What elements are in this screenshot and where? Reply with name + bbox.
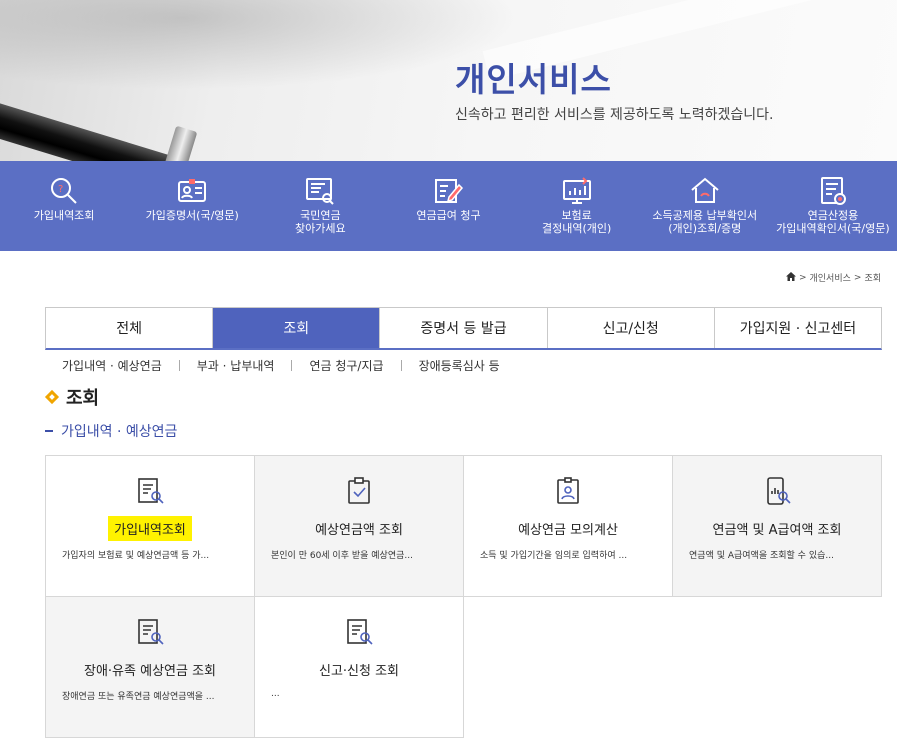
card-description: 본인이 만 60세 이후 받을 예상연금...	[271, 551, 413, 561]
section-title-text: 조회	[66, 388, 100, 409]
quick-menu-item-enrollment-lookup[interactable]: ? 가입내역조회	[0, 161, 128, 251]
subtab-enrollment[interactable]: 가입내역 · 예상연금	[62, 357, 162, 374]
quick-menu-label: 연금급여 청구	[416, 209, 481, 222]
quick-menu-label: 국민연금 찾아가세요	[295, 209, 346, 235]
quick-menu-item-claim[interactable]: 연금급여 청구	[384, 161, 512, 251]
card-description: 연금액 및 A급여액을 조회할 수 있습...	[689, 551, 834, 561]
dash-icon	[45, 430, 53, 432]
person-document-icon	[553, 476, 583, 506]
card-description: 장애연금 또는 유족연금 예상연금액을 ...	[62, 692, 215, 702]
quick-menu-label: 소득공제용 납부확인서 (개인)조회/증명	[652, 209, 758, 235]
subtab-disability[interactable]: 장애등록심사 등	[419, 357, 500, 374]
search-icon: ?	[47, 174, 81, 208]
tab-lookup[interactable]: 조회	[213, 308, 381, 348]
id-card-icon	[175, 174, 209, 208]
card-description: ...	[271, 689, 280, 699]
card-title: 연금액 및 A급여액 조회	[712, 523, 842, 538]
card-title: 장애·유족 예상연금 조회	[84, 664, 216, 679]
home-icon[interactable]	[785, 271, 796, 284]
card-title: 가입내역조회	[108, 516, 192, 541]
service-card-simulation[interactable]: 예상연금 모의계산 소득 및 가입기간을 임의로 입력하여 ...	[463, 455, 673, 597]
search-document-icon	[135, 617, 165, 647]
tab-certificate[interactable]: 증명서 등 발급	[380, 308, 548, 348]
hero-banner: 개인서비스 신속하고 편리한 서비스를 제공하도록 노력하겠습니다.	[0, 0, 897, 161]
breadcrumb-item[interactable]: 조회	[864, 271, 881, 284]
quick-menu-item-premium[interactable]: 보험료 결정내역(개인)	[513, 161, 641, 251]
page-title: 개인서비스	[455, 60, 612, 99]
svg-text:?: ?	[58, 184, 63, 195]
quick-menu-label: 가입내역조회	[33, 209, 95, 222]
main-tabs: 전체 조회 증명서 등 발급 신고/신청 가입지원 · 신고센터	[45, 307, 882, 350]
quick-menu-label: 보험료 결정내역(개인)	[541, 209, 612, 235]
search-document-icon	[135, 476, 165, 506]
breadcrumb-separator: >	[853, 272, 862, 283]
mobile-chart-icon	[762, 476, 792, 506]
document-stamp-icon	[816, 174, 850, 208]
divider	[400, 360, 402, 371]
service-card-disability-survivor[interactable]: 장애·유족 예상연금 조회 장애연금 또는 유족연금 예상연금액을 ...	[45, 596, 255, 738]
diamond-icon	[46, 391, 58, 403]
service-card-enrollment-lookup[interactable]: 가입내역조회 가입자의 보험료 및 예상연금액 등 가...	[45, 455, 255, 597]
service-card-pension-amount[interactable]: 연금액 및 A급여액 조회 연금액 및 A급여액을 조회할 수 있습...	[672, 455, 882, 597]
quick-menu-item-certificate[interactable]: 가입증명서(국/영문)	[128, 161, 256, 251]
sub-tabs: 가입내역 · 예상연금 부과 · 납부내역 연금 청구/지급 장애등록심사 등	[62, 357, 500, 374]
card-description: 소득 및 가입기간을 임의로 입력하여 ...	[480, 551, 628, 561]
breadcrumb-separator: >	[798, 272, 807, 283]
page-subtitle: 신속하고 편리한 서비스를 제공하도록 노력하겠습니다.	[455, 107, 774, 123]
monitor-chart-icon	[560, 174, 594, 208]
card-title: 예상연금액 조회	[315, 523, 403, 538]
quick-menu-item-find-pension[interactable]: 국민연금 찾아가세요	[256, 161, 384, 251]
house-icon	[688, 174, 722, 208]
subsection-title: 가입내역 · 예상연금	[45, 421, 177, 441]
service-card-report-lookup[interactable]: 신고·신청 조회 ...	[254, 596, 464, 738]
section-title: 조회	[46, 384, 99, 410]
divider	[178, 360, 180, 371]
search-document-icon	[344, 617, 374, 647]
card-description: 가입자의 보험료 및 예상연금액 등 가...	[62, 551, 210, 561]
quick-menu-label: 연금산정용 가입내역확인서(국/영문)	[776, 209, 890, 235]
breadcrumb-item[interactable]: 개인서비스	[809, 271, 850, 284]
hero-shadow	[0, 0, 520, 90]
document-search-icon	[303, 174, 337, 208]
tab-report[interactable]: 신고/신청	[548, 308, 715, 348]
service-card-expected-pension[interactable]: 예상연금액 조회 본인이 만 60세 이후 받을 예상연금...	[254, 455, 464, 597]
divider	[291, 360, 293, 371]
edit-document-icon	[431, 174, 465, 208]
pen-ring	[164, 125, 198, 161]
card-title: 예상연금 모의계산	[518, 523, 618, 538]
tab-all[interactable]: 전체	[46, 308, 214, 348]
subtab-payment[interactable]: 부과 · 납부내역	[197, 357, 275, 374]
quick-menu-item-calc-certificate[interactable]: 연금산정용 가입내역확인서(국/영문)	[769, 161, 897, 251]
quick-menu-bar: ? 가입내역조회 가입증명서(국/영문) 국민연금 찾아가세요 연금급여 청구 …	[0, 161, 897, 251]
clipboard-check-icon	[344, 476, 374, 506]
breadcrumb: > 개인서비스 > 조회	[785, 271, 881, 284]
subsection-title-text: 가입내역 · 예상연금	[61, 424, 178, 440]
quick-menu-item-tax-receipt[interactable]: 소득공제용 납부확인서 (개인)조회/증명	[641, 161, 769, 251]
quick-menu-label: 가입증명서(국/영문)	[145, 209, 239, 222]
tab-support-center[interactable]: 가입지원 · 신고센터	[715, 308, 881, 348]
card-title: 신고·신청 조회	[318, 664, 400, 679]
subtab-pension-claim[interactable]: 연금 청구/지급	[309, 357, 383, 374]
